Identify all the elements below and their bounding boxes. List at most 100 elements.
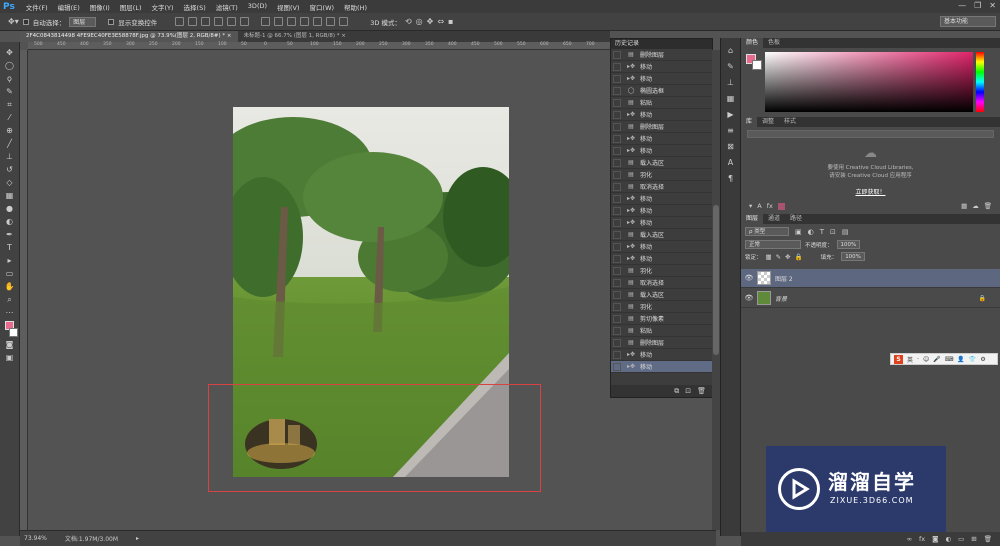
- history-source-checkbox[interactable]: [613, 182, 621, 191]
- ime-user-icon[interactable]: 👤: [957, 356, 964, 363]
- type-tool-icon[interactable]: T: [4, 243, 16, 253]
- snapshot-icon[interactable]: ⊡: [685, 387, 691, 395]
- align-top-icon[interactable]: [175, 17, 185, 26]
- scrollbar-thumb[interactable]: [713, 205, 719, 355]
- clone-source-icon[interactable]: ⊥: [725, 78, 737, 88]
- slide-3d-icon[interactable]: ⇔: [437, 17, 444, 26]
- history-source-checkbox[interactable]: [613, 350, 621, 359]
- eyedropper-tool-icon[interactable]: ⁄: [4, 113, 16, 123]
- history-source-checkbox[interactable]: [613, 98, 621, 107]
- gradient-tool-icon[interactable]: ▦: [4, 191, 16, 201]
- quick-mask-icon[interactable]: ◙: [4, 340, 16, 350]
- eraser-tool-icon[interactable]: ◇: [4, 178, 16, 188]
- history-brush-tool-icon[interactable]: ↺: [4, 165, 16, 175]
- history-source-checkbox[interactable]: [613, 230, 621, 239]
- distribute-bottom-icon[interactable]: [287, 17, 297, 26]
- history-item[interactable]: ▤ 取消选择: [611, 181, 712, 193]
- delete-layer-icon[interactable]: 🗑: [984, 535, 992, 543]
- blur-tool-icon[interactable]: ●: [4, 204, 16, 214]
- library-grid-icon[interactable]: ▦: [961, 202, 967, 210]
- workspace-dropdown[interactable]: 基本功能: [940, 16, 996, 27]
- tab-untitled-document[interactable]: 未标题-1 @ 66.7% (图层 1, RGB/8) * ×: [238, 31, 352, 42]
- history-source-checkbox[interactable]: [613, 218, 621, 227]
- history-item[interactable]: ▸✥ 移动: [611, 133, 712, 145]
- new-document-from-state-icon[interactable]: ⧉: [674, 387, 679, 396]
- dodge-tool-icon[interactable]: ◐: [4, 217, 16, 227]
- lock-pixels-icon[interactable]: ✎: [776, 253, 781, 261]
- filter-adjust-icon[interactable]: ◐: [808, 228, 814, 236]
- layer-filter-dropdown[interactable]: ρ 类型: [745, 227, 789, 236]
- history-item[interactable]: ▤ 取消选择: [611, 277, 712, 289]
- add-color-icon[interactable]: [777, 203, 785, 210]
- history-source-checkbox[interactable]: [613, 242, 621, 251]
- history-item[interactable]: ▸✥ 移动: [611, 349, 712, 361]
- add-style-icon[interactable]: fx: [919, 535, 925, 543]
- filter-shape-icon[interactable]: ⊡: [830, 228, 836, 236]
- new-adjustment-icon[interactable]: ◐: [945, 535, 951, 543]
- tab-close-icon[interactable]: ×: [227, 33, 232, 39]
- menu-item[interactable]: 文件(F): [21, 2, 53, 12]
- ime-settings-icon[interactable]: ⚙: [980, 356, 985, 363]
- pan-3d-icon[interactable]: ✥: [427, 17, 434, 26]
- history-item[interactable]: ◯ 椭圆选框: [611, 85, 712, 97]
- history-source-checkbox[interactable]: [613, 74, 621, 83]
- history-source-checkbox[interactable]: [613, 314, 621, 323]
- history-panel-icon[interactable]: ⌂: [725, 46, 737, 56]
- hue-slider[interactable]: [976, 52, 984, 112]
- add-char-style-icon[interactable]: A: [757, 202, 761, 210]
- filter-pixel-icon[interactable]: ▣: [795, 228, 802, 236]
- new-group-icon[interactable]: ▭: [958, 535, 964, 543]
- history-item[interactable]: ▸✥ 移动: [611, 109, 712, 121]
- minimize-button[interactable]: —: [958, 1, 966, 10]
- history-source-checkbox[interactable]: [613, 170, 621, 179]
- history-item[interactable]: ▤ 粘贴: [611, 97, 712, 109]
- filter-type-icon[interactable]: T: [820, 228, 824, 236]
- lasso-tool-icon[interactable]: ϙ: [4, 74, 16, 84]
- menu-item[interactable]: 帮助(H): [339, 2, 372, 12]
- history-item[interactable]: ▸✥ 移动: [611, 253, 712, 265]
- history-source-checkbox[interactable]: [613, 278, 621, 287]
- blend-mode-dropdown[interactable]: 正常: [745, 240, 801, 249]
- add-content-icon[interactable]: ▾: [749, 202, 752, 210]
- scale-3d-icon[interactable]: ▪: [448, 17, 453, 26]
- brush-tool-icon[interactable]: ╱: [4, 139, 16, 149]
- history-item[interactable]: ▤ 删除图层: [611, 337, 712, 349]
- align-vcenter-icon[interactable]: [188, 17, 198, 26]
- character-icon[interactable]: A: [725, 158, 737, 168]
- history-item[interactable]: ▤ 羽化: [611, 301, 712, 313]
- menu-item[interactable]: 编辑(E): [53, 2, 85, 12]
- paragraph-icon[interactable]: ¶: [725, 174, 737, 184]
- history-item[interactable]: ▤ 羽化: [611, 169, 712, 181]
- history-item[interactable]: ▸✥ 移动: [611, 205, 712, 217]
- visibility-eye-icon[interactable]: 👁: [741, 274, 757, 282]
- fill-input[interactable]: 100%: [841, 252, 865, 261]
- auto-select-dropdown[interactable]: 图层: [69, 16, 97, 27]
- history-source-checkbox[interactable]: [613, 206, 621, 215]
- history-item[interactable]: ▤ 删除图层: [611, 121, 712, 133]
- more-tools-icon[interactable]: ⋯: [4, 308, 16, 318]
- status-arrow-icon[interactable]: ▸: [136, 535, 139, 542]
- tab-paths[interactable]: 路径: [785, 214, 807, 224]
- move-tool-icon[interactable]: ✥: [4, 48, 16, 58]
- history-item[interactable]: ▸✥ 移动: [611, 61, 712, 73]
- history-source-checkbox[interactable]: [613, 338, 621, 347]
- swatches-icon[interactable]: ▦: [725, 94, 737, 104]
- history-item[interactable]: ▤ 删除图层: [611, 49, 712, 61]
- distribute-vcenter-icon[interactable]: [274, 17, 284, 26]
- history-source-checkbox[interactable]: [613, 302, 621, 311]
- history-item[interactable]: ▸✥ 移动: [611, 217, 712, 229]
- brush-panel-icon[interactable]: ✎: [725, 62, 737, 72]
- selection-bounding-box[interactable]: [208, 384, 541, 492]
- tab-adjustments[interactable]: 调整: [757, 117, 779, 127]
- quick-select-tool-icon[interactable]: ✎: [4, 87, 16, 97]
- history-source-checkbox[interactable]: [613, 266, 621, 275]
- tab-libraries[interactable]: 库: [741, 117, 758, 127]
- hand-tool-icon[interactable]: ✋: [4, 282, 16, 292]
- maximize-button[interactable]: ❐: [974, 1, 981, 10]
- crop-tool-icon[interactable]: ⌗: [4, 100, 16, 110]
- distribute-right-icon[interactable]: [326, 17, 336, 26]
- delete-state-icon[interactable]: 🗑: [697, 387, 706, 395]
- history-item[interactable]: ▸✥ 移动: [611, 193, 712, 205]
- history-source-checkbox[interactable]: [613, 290, 621, 299]
- close-window-button[interactable]: ✕: [989, 1, 996, 10]
